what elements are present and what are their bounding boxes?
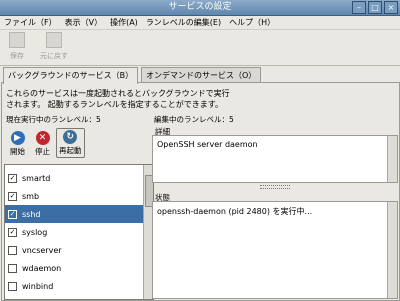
start-button[interactable]: ▶ 開始 bbox=[10, 131, 25, 157]
tab-background-services[interactable]: バックグラウンドのサービス（B） bbox=[3, 67, 139, 84]
revert-icon bbox=[46, 32, 62, 48]
service-name: vncserver bbox=[22, 245, 62, 255]
menu-view[interactable]: 表示（V） bbox=[61, 17, 106, 28]
restart-button[interactable]: ↻ 再起動 bbox=[56, 128, 85, 158]
splitter-grip-icon[interactable] bbox=[260, 185, 290, 189]
menu-edit-runlevel[interactable]: ランレベルの編集(E) bbox=[142, 17, 225, 28]
list-item[interactable]: ✓ smartd bbox=[5, 169, 143, 187]
pane-splitter[interactable] bbox=[155, 183, 398, 189]
services-list[interactable]: ✓ smartd ✓ smb ✓ sshd ✓ syslog vncserver… bbox=[4, 164, 154, 300]
list-item-selected[interactable]: ✓ sshd bbox=[5, 205, 143, 223]
checkbox[interactable]: ✓ bbox=[8, 209, 17, 219]
service-name: winbind bbox=[22, 281, 54, 291]
close-icon[interactable]: × bbox=[384, 1, 398, 14]
list-item[interactable]: ✓ smb bbox=[5, 187, 143, 205]
checkbox[interactable]: ✓ bbox=[8, 227, 17, 237]
revert-label: 元に戻す bbox=[40, 52, 68, 60]
save-icon bbox=[9, 32, 25, 48]
maximize-icon[interactable]: □ bbox=[368, 1, 382, 14]
status-text: openssh-daemon (pid 2480) を実行中... bbox=[157, 207, 313, 216]
stop-label: 停止 bbox=[35, 147, 50, 156]
list-item[interactable]: wdaemon bbox=[5, 259, 143, 277]
list-item[interactable]: ✓ syslog bbox=[5, 223, 143, 241]
toolbar: 保存 元に戻す bbox=[0, 29, 400, 66]
checkbox[interactable]: ✓ bbox=[8, 191, 17, 201]
description-line-2: されます。 起動するランレベルを指定することができます。 bbox=[6, 100, 223, 109]
tab-background-label: バックグラウンドのサービス（B） bbox=[8, 71, 134, 80]
tab-ondemand-label: オンデマンドのサービス（O） bbox=[146, 71, 257, 80]
description-text: これらのサービスは一度起動されるとバックグラウンドで実行 されます。 起動するラ… bbox=[6, 88, 246, 110]
checkbox[interactable] bbox=[8, 245, 17, 255]
status-scrollbar[interactable] bbox=[387, 202, 397, 298]
window-title: サービスの設定 bbox=[168, 2, 232, 12]
service-name: wdaemon bbox=[22, 263, 62, 273]
restart-label: 再起動 bbox=[59, 146, 82, 155]
checkbox[interactable] bbox=[8, 281, 17, 291]
list-item[interactable]: wpa_supplicant bbox=[5, 295, 143, 299]
editing-runlevel: 編集中のランレベル：5 bbox=[154, 115, 234, 124]
description-line-1: これらのサービスは一度起動されるとバックグラウンドで実行 bbox=[6, 89, 230, 98]
service-name: syslog bbox=[22, 227, 48, 237]
service-name: sshd bbox=[22, 209, 41, 219]
menu-help[interactable]: ヘルプ（H） bbox=[225, 17, 279, 28]
status-box: openssh-daemon (pid 2480) を実行中... bbox=[152, 201, 398, 299]
menu-file[interactable]: ファイル（F） bbox=[0, 17, 61, 28]
minimize-icon[interactable]: – bbox=[352, 1, 366, 14]
tab-ondemand-services[interactable]: オンデマンドのサービス（O） bbox=[141, 67, 262, 83]
menubar: ファイル（F） 表示（V） 操作(A) ランレベルの編集(E) ヘルプ（H） bbox=[0, 15, 400, 29]
restart-icon: ↻ bbox=[63, 130, 78, 144]
checkbox[interactable] bbox=[8, 263, 17, 273]
current-runlevel: 現在実行中のランレベル：5 bbox=[6, 115, 101, 124]
save-label: 保存 bbox=[10, 52, 24, 60]
service-name: smartd bbox=[22, 173, 51, 183]
menu-actions[interactable]: 操作(A) bbox=[106, 17, 142, 28]
list-item[interactable]: vncserver bbox=[5, 241, 143, 259]
start-label: 開始 bbox=[10, 147, 25, 156]
start-icon: ▶ bbox=[10, 131, 25, 145]
details-text: OpenSSH server daemon bbox=[157, 140, 258, 149]
save-button[interactable]: 保存 bbox=[9, 32, 25, 61]
stop-button[interactable]: ✕ 停止 bbox=[35, 131, 50, 157]
checkbox[interactable]: ✓ bbox=[8, 173, 17, 183]
window-titlebar: サービスの設定 – □ × bbox=[0, 0, 400, 16]
details-box: OpenSSH server daemon bbox=[152, 135, 398, 183]
revert-button[interactable]: 元に戻す bbox=[40, 32, 68, 61]
stop-icon: ✕ bbox=[35, 131, 50, 145]
service-name: smb bbox=[22, 191, 40, 201]
details-scrollbar[interactable] bbox=[387, 136, 397, 182]
list-item[interactable]: winbind bbox=[5, 277, 143, 295]
